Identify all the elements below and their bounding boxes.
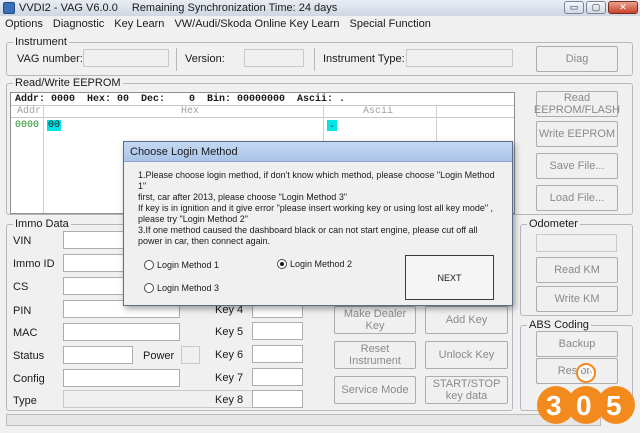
power-label: Power	[143, 350, 175, 362]
instruction-line: power in car, then connect again.	[138, 236, 271, 246]
instrument-type-label: Instrument Type:	[323, 53, 405, 65]
menu-options[interactable]: Options	[5, 18, 43, 30]
instruction-line: first, car after 2013, please choose "Lo…	[138, 192, 348, 202]
immo-id-label: Immo ID	[13, 258, 55, 270]
sync-status: Remaining Synchronization Time: 24 days	[131, 2, 338, 14]
menu-special-function[interactable]: Special Function	[350, 18, 431, 30]
make-dealer-key-button[interactable]: Make Dealer Key	[334, 306, 416, 334]
save-file-button[interactable]: Save File...	[536, 153, 618, 179]
login-method-2-radio[interactable]: Login Method 2	[277, 259, 352, 269]
read-km-button[interactable]: Read KM	[536, 257, 618, 283]
instruction-line: 1.Please choose login method, if don't k…	[138, 170, 495, 191]
service-mode-button[interactable]: Service Mode	[334, 376, 416, 404]
abs-backup-button[interactable]: Backup	[536, 331, 618, 357]
col-hex-header: Hex	[181, 106, 200, 117]
instrument-divider-2	[314, 48, 315, 71]
login-method-2-label: Login Method 2	[290, 259, 353, 269]
svg-text:0: 0	[576, 390, 592, 421]
login-method-3-label: Login Method 3	[157, 283, 220, 293]
vin-label: VIN	[13, 235, 32, 247]
odometer-field	[536, 234, 617, 252]
close-button[interactable]: ✕	[608, 1, 638, 14]
pin-label: PIN	[13, 305, 32, 317]
col-ascii-header: Ascii	[363, 106, 394, 117]
power-indicator	[181, 346, 200, 364]
login-method-1-label: Login Method 1	[157, 260, 220, 270]
dialog-instructions: 1.Please choose login method, if don't k…	[138, 170, 503, 247]
key5-field[interactable]	[252, 322, 303, 340]
dialog-title: Choose Login Method	[124, 142, 512, 162]
eeprom-legend: Read/Write EEPROM	[13, 77, 123, 90]
load-file-button[interactable]: Load File...	[536, 185, 618, 211]
read-eeprom-button[interactable]: Read EEPROM/FLASH	[534, 91, 620, 117]
mac-label: MAC	[13, 327, 38, 339]
hex-column-headers: Addr Hex Ascii	[11, 106, 514, 118]
window-title: VVDI2 - VAG V6.0.0	[19, 2, 118, 14]
radio-checked-icon	[277, 259, 287, 269]
vag-number-label: VAG number:	[17, 53, 83, 65]
diag-button[interactable]: Diag	[536, 46, 618, 72]
menu-diagnostic[interactable]: Diagnostic	[53, 18, 104, 30]
status-field[interactable]	[63, 346, 133, 364]
hex-row[interactable]: 0000 00 .	[11, 118, 514, 133]
instruction-line: 3.If one method caused the dashboard bla…	[138, 225, 478, 235]
add-key-button[interactable]: Add Key	[425, 306, 508, 334]
type-label: Type	[13, 395, 37, 407]
unlock-key-button[interactable]: Unlock Key	[425, 341, 508, 369]
progress-bar	[6, 414, 601, 426]
config-field[interactable]	[63, 369, 180, 387]
odometer-legend: Odometer	[527, 218, 580, 231]
menu-online-key-learn[interactable]: VW/Audi/Skoda Online Key Learn	[174, 18, 339, 30]
status-label: Status	[13, 350, 45, 362]
write-km-button[interactable]: Write KM	[536, 286, 618, 312]
app-icon	[3, 2, 15, 14]
mac-field[interactable]	[63, 323, 180, 341]
hex-status-line: Addr: 0000 Hex: 00 Dec: 0 Bin: 00000000 …	[11, 93, 514, 106]
watermark-logo: 3 0 5	[537, 363, 635, 424]
key8-label: Key 8	[215, 394, 244, 406]
login-method-3-radio[interactable]: Login Method 3	[144, 283, 219, 293]
cs-label: CS	[13, 281, 29, 293]
key5-label: Key 5	[215, 326, 244, 338]
instruction-line: If key is in ignition and it give error …	[138, 203, 494, 213]
reset-instrument-button[interactable]: Reset Instrument	[334, 341, 416, 369]
row-ascii[interactable]: .	[327, 120, 338, 131]
login-method-1-radio[interactable]: Login Method 1	[144, 260, 219, 270]
radio-circle-icon	[144, 283, 154, 293]
write-eeprom-button[interactable]: Write EEPROM	[536, 121, 618, 147]
version-field	[244, 49, 304, 67]
immo-legend: Immo Data	[13, 218, 71, 231]
next-button[interactable]: NEXT	[405, 255, 494, 300]
key6-label: Key 6	[215, 349, 244, 361]
window-titlebar: VVDI2 - VAG V6.0.0 Remaining Synchroniza…	[0, 0, 640, 16]
start-stop-key-button[interactable]: START/STOP key data	[425, 376, 508, 404]
version-label: Version:	[185, 53, 225, 65]
login-method-dialog: Choose Login Method 1.Please choose logi…	[123, 141, 513, 306]
instrument-legend: Instrument	[13, 36, 69, 49]
instrument-type-field	[406, 49, 513, 67]
config-label: Config	[13, 373, 45, 385]
svg-text:5: 5	[606, 390, 622, 421]
row-addr: 0000	[15, 120, 40, 131]
minimize-button[interactable]: ▭	[564, 1, 584, 14]
row-hex-byte[interactable]: 00	[47, 120, 62, 131]
svg-text:3: 3	[546, 390, 562, 421]
instrument-divider-1	[176, 48, 177, 71]
key6-field[interactable]	[252, 345, 303, 363]
key7-label: Key 7	[215, 372, 244, 384]
col-addr-header: Addr	[17, 106, 42, 117]
menu-key-learn[interactable]: Key Learn	[114, 18, 164, 30]
key7-field[interactable]	[252, 368, 303, 386]
maximize-button[interactable]: ▢	[586, 1, 606, 14]
key8-field[interactable]	[252, 390, 303, 408]
menu-bar: Options Diagnostic Key Learn VW/Audi/Sko…	[0, 16, 640, 31]
instruction-line: please try "Login Method 2"	[138, 214, 248, 224]
vag-number-field	[83, 49, 169, 67]
radio-circle-icon	[144, 260, 154, 270]
